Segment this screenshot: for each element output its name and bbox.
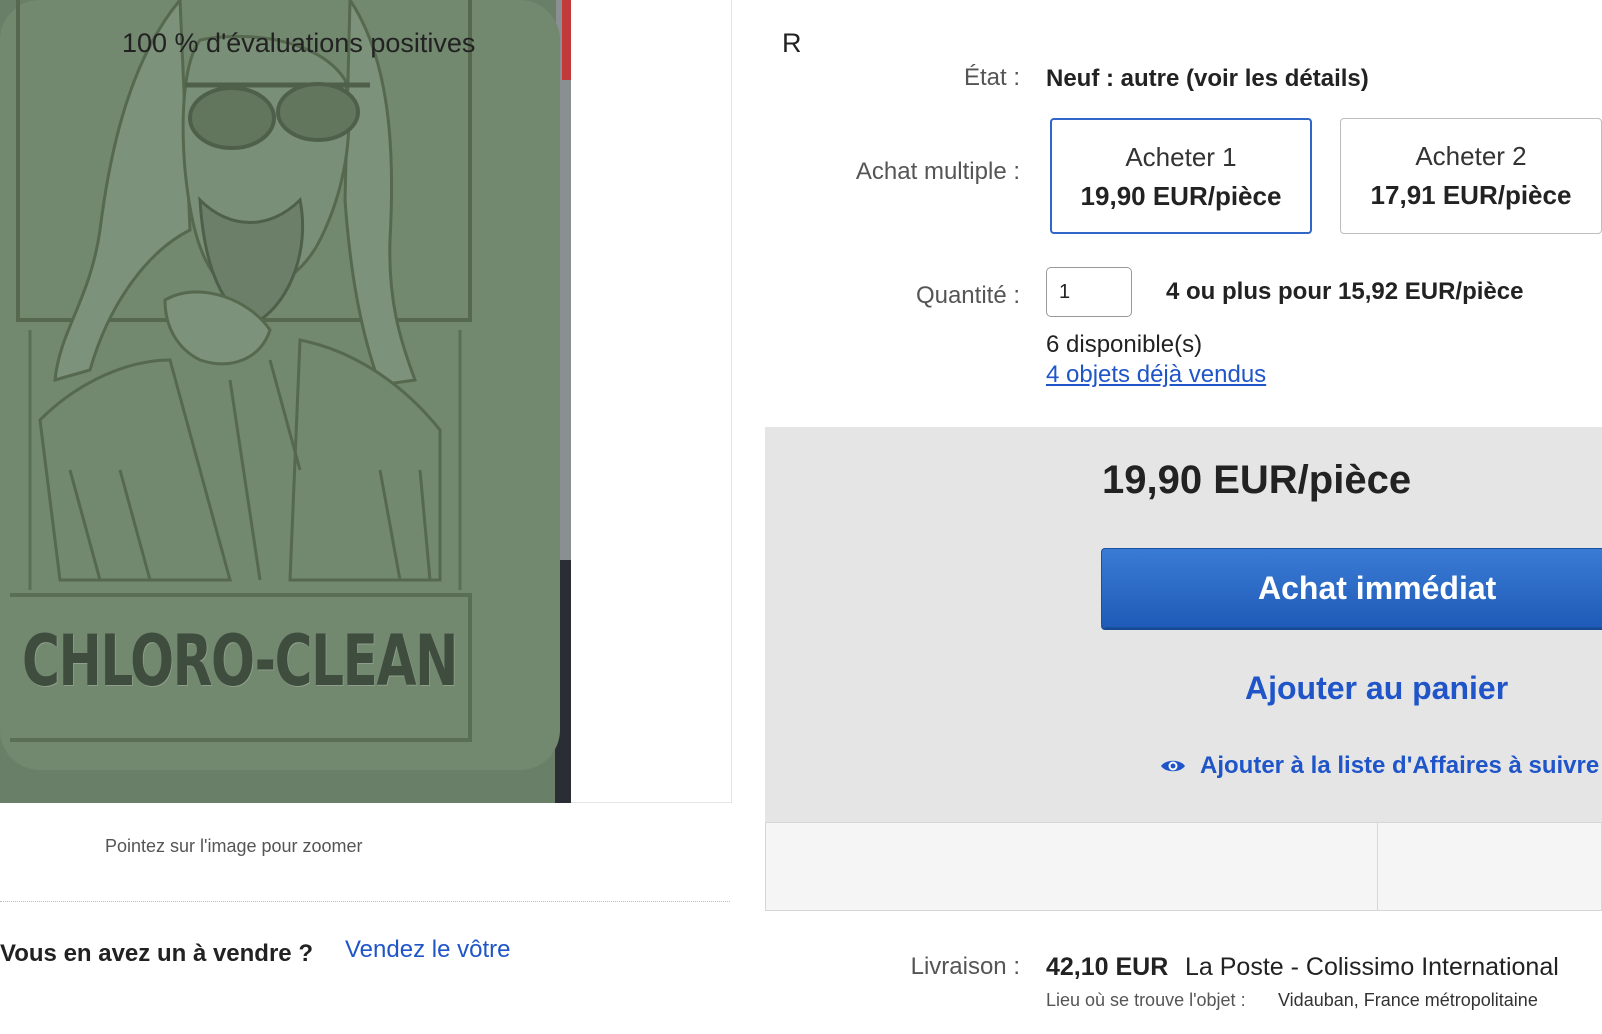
positive-feedback-stat: 100 % d'évaluations positives (122, 28, 476, 58)
multi-buy-label: Achat multiple : (855, 158, 1020, 185)
quantity-label: Quantité : (915, 282, 1020, 309)
multi-buy-option-price: 17,91 EUR/pièce (1370, 180, 1572, 210)
multi-buy-option-2[interactable]: Acheter 2 17,91 EUR/pièce (1340, 118, 1602, 234)
seller-stats-row (765, 822, 1602, 911)
shipping-price: 42,10 EUR (1046, 953, 1169, 981)
shipping-carrier: La Poste - Colissimo International (1185, 953, 1559, 981)
add-to-cart-button[interactable]: Ajouter au panier (1101, 660, 1602, 716)
item-location-label: Lieu où se trouve l'objet : (1046, 990, 1246, 1010)
stat-cell (766, 823, 1378, 910)
condition-value: Neuf : autre (voir les détails) (1046, 65, 1369, 92)
sell-question: Vous en avez un à vendre ? (0, 940, 313, 967)
sold-count-link[interactable]: 4 objets déjà vendus (1046, 361, 1266, 389)
quantity-input[interactable] (1046, 267, 1132, 317)
available-count: 6 disponible(s) (1046, 331, 1203, 358)
condition-label: État : (963, 64, 1020, 91)
product-image-frame[interactable]: CHLORO-CLEAN (0, 0, 732, 803)
buy-now-button[interactable]: Achat immédiat (1101, 548, 1602, 628)
bulk-offer: 4 ou plus pour 15,92 EUR/pièce (1166, 278, 1524, 305)
shipping-label: Livraison : (910, 953, 1020, 980)
second-stat: R (782, 28, 802, 58)
product-brand-text: CHLORO-CLEAN (22, 620, 459, 702)
divider (0, 901, 730, 902)
product-photo[interactable]: CHLORO-CLEAN (0, 0, 571, 803)
sell-yours-link[interactable]: Vendez le vôtre (345, 936, 510, 964)
zoom-hint: Pointez sur l'image pour zoomer (105, 836, 363, 856)
buy-box-price: 19,90 EUR/pièce (1102, 458, 1412, 502)
eye-icon (1161, 760, 1185, 772)
multi-buy-option-title: Acheter 2 (1415, 141, 1527, 171)
multi-buy-option-price: 19,90 EUR/pièce (1080, 181, 1282, 211)
item-location-value: Vidauban, France métropolitaine (1278, 990, 1538, 1010)
add-to-watchlist-link[interactable]: Ajouter à la liste d'Affaires à suivre (1160, 752, 1599, 780)
watch-label: Ajouter à la liste d'Affaires à suivre (1200, 752, 1600, 779)
multi-buy-option-1[interactable]: Acheter 1 19,90 EUR/pièce (1050, 118, 1312, 234)
multi-buy-option-title: Acheter 1 (1125, 142, 1237, 172)
